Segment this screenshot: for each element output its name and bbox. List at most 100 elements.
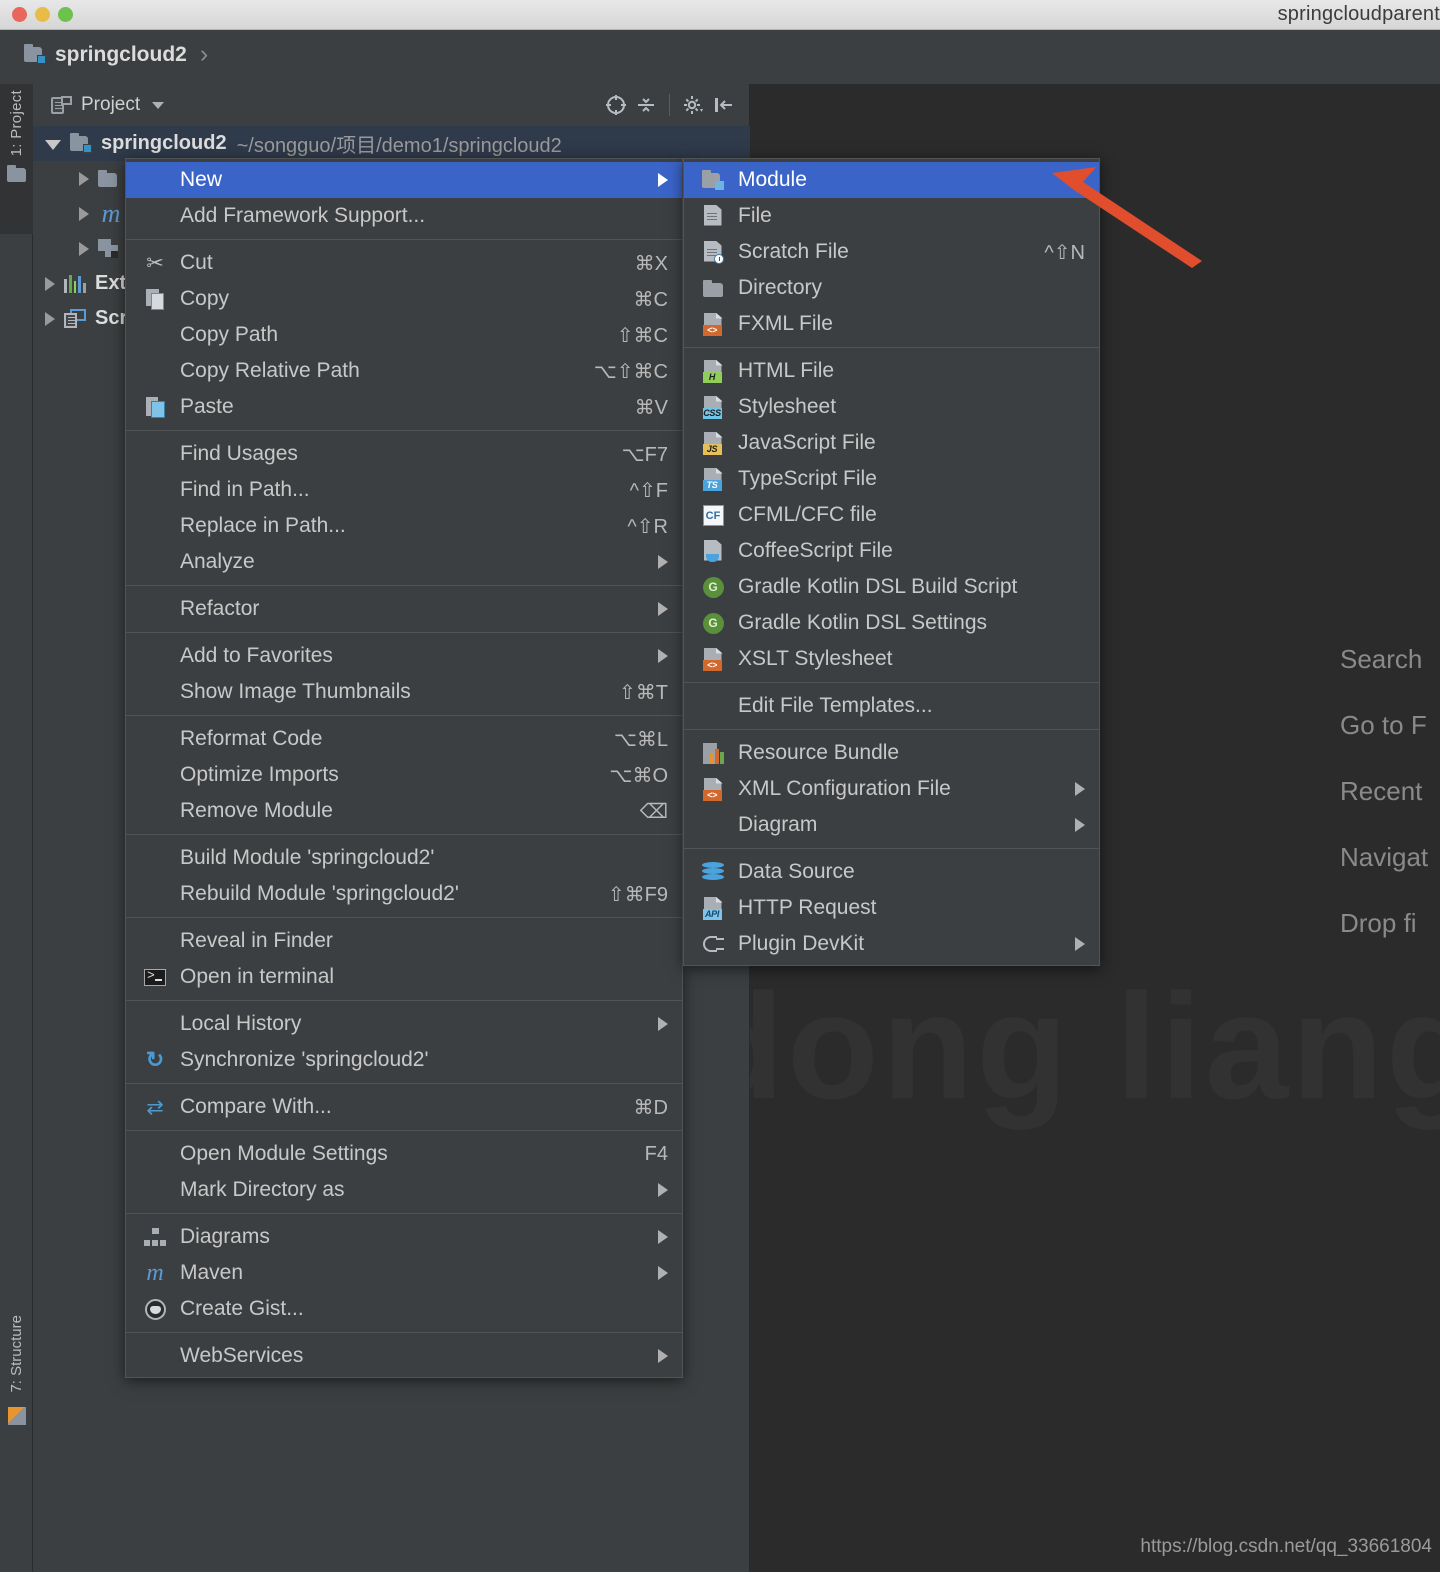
menu-separator [126,715,682,716]
menu-item[interactable]: Scratch File ^⇧N [684,234,1099,270]
toolbar-divider [669,94,670,116]
menu-separator [126,1213,682,1214]
menu-item[interactable]: Edit File Templates... [684,688,1099,724]
menu-item[interactable]: Open Module Settings F4 [126,1136,682,1172]
menu-item[interactable]: Diagrams [126,1219,682,1255]
menu-item[interactable]: Create Gist... [126,1291,682,1327]
submenu-arrow-icon [658,1183,668,1197]
menu-item[interactable]: Optimize Imports ⌥⌘O [126,757,682,793]
menu-item[interactable]: Reveal in Finder [126,923,682,959]
breadcrumb[interactable]: springcloud2 › [24,40,208,69]
menu-item[interactable]: Copy Relative Path ⌥⇧⌘C [126,353,682,389]
new-submenu[interactable]: Module File Scratch File ^⇧N Directory <> FXML… [683,158,1100,966]
submenu-arrow-icon [658,649,668,663]
scratch-file-icon [698,239,728,265]
menu-item[interactable]: Open in terminal [126,959,682,995]
menu-item[interactable]: H HTML File [684,353,1099,389]
icon-placeholder [140,798,170,824]
menu-item[interactable]: Find Usages ⌥F7 [126,436,682,472]
menu-item[interactable]: <> FXML File [684,306,1099,342]
locate-icon[interactable] [601,90,631,120]
submenu-arrow-icon [658,173,668,187]
tree-row[interactable]: springcloud2 ~/songguo/项目/demo1/springclo… [33,126,750,161]
menu-item-label: Directory [738,276,823,299]
menu-item[interactable]: Data Source [684,854,1099,890]
close-window-button[interactable] [12,7,27,22]
menu-item[interactable]: G Gradle Kotlin DSL Build Script [684,569,1099,605]
menu-item[interactable]: Show Image Thumbnails ⇧⌘T [126,674,682,710]
html-file-icon: H [698,358,728,384]
menu-item[interactable]: Build Module 'springcloud2' [126,840,682,876]
menu-item[interactable]: Remove Module ⌫ [126,793,682,829]
menu-item[interactable]: Analyze [126,544,682,580]
menu-separator [126,834,682,835]
menu-item[interactable]: Module [684,162,1099,198]
menu-item[interactable]: API HTTP Request [684,890,1099,926]
menu-item-label: Analyze [180,550,255,573]
menu-item[interactable]: Local History [126,1006,682,1042]
menu-item[interactable]: ⇄ Compare With... ⌘D [126,1089,682,1125]
icon-placeholder [140,928,170,954]
menu-item-label: Resource Bundle [738,741,900,764]
settings-gear-icon[interactable] [678,90,708,120]
menu-item[interactable]: m Maven [126,1255,682,1291]
menu-item-label: Find in Path... [180,478,310,501]
menu-item[interactable]: Rebuild Module 'springcloud2' ⇧⌘F9 [126,876,682,912]
menu-item[interactable]: CSS Stylesheet [684,389,1099,425]
chevron-right-icon[interactable] [79,206,89,221]
menu-item-label: Diagrams [180,1225,270,1248]
menu-item[interactable]: <> XSLT Stylesheet [684,641,1099,677]
menu-item[interactable]: Copy ⌘C [126,281,682,317]
menu-item[interactable]: Copy Path ⇧⌘C [126,317,682,353]
chevron-right-icon[interactable] [45,276,55,291]
icon-placeholder [140,596,170,622]
menu-item[interactable]: CF CFML/CFC file [684,497,1099,533]
menu-item[interactable]: Add Framework Support... [126,198,682,234]
menu-item[interactable]: WebServices [126,1338,682,1374]
menu-item[interactable]: Directory [684,270,1099,306]
menu-item[interactable]: Resource Bundle [684,735,1099,771]
minimize-window-button[interactable] [35,7,50,22]
chevron-down-icon[interactable] [152,101,165,109]
menu-item[interactable]: New [126,162,682,198]
iml-file-icon [98,239,118,258]
menu-item[interactable]: <> XML Configuration File [684,771,1099,807]
icon-placeholder [140,1011,170,1037]
menu-item[interactable]: Paste ⌘V [126,389,682,425]
chevron-right-icon[interactable] [79,241,89,256]
chevron-right-icon[interactable] [45,311,55,326]
breadcrumb-project-label: springcloud2 [55,42,187,66]
menu-item[interactable]: ✂ Cut ⌘X [126,245,682,281]
menu-item-label: Optimize Imports [180,763,339,786]
menu-item[interactable]: Mark Directory as [126,1172,682,1208]
menu-item[interactable]: Diagram [684,807,1099,843]
menu-item[interactable]: Refactor [126,591,682,627]
menu-separator [126,917,682,918]
context-menu[interactable]: New Add Framework Support... ✂ Cut ⌘X Copy ⌘C C… [125,158,683,1378]
maximize-window-button[interactable] [58,7,73,22]
window-controls[interactable] [0,7,73,22]
menu-item-label: Compare With... [180,1095,332,1118]
menu-item[interactable]: CoffeeScript File [684,533,1099,569]
hide-panel-icon[interactable] [708,90,738,120]
submenu-arrow-icon [1075,818,1085,832]
menu-item[interactable]: ↻ Synchronize 'springcloud2' [126,1042,682,1078]
menu-item[interactable]: Add to Favorites [126,638,682,674]
menu-item[interactable]: Reformat Code ⌥⌘L [126,721,682,757]
sidebar-tab-project-label: 1: Project [8,90,25,157]
menu-item[interactable]: File [684,198,1099,234]
collapse-all-icon[interactable] [631,90,661,120]
chevron-down-icon[interactable] [45,140,61,150]
menu-item[interactable]: Find in Path... ^⇧F [126,472,682,508]
chevron-right-icon[interactable] [79,171,89,186]
submenu-arrow-icon [658,555,668,569]
icon-placeholder [140,643,170,669]
menu-item[interactable]: Plugin DevKit [684,926,1099,962]
menu-item[interactable]: G Gradle Kotlin DSL Settings [684,605,1099,641]
menu-item[interactable]: JS JavaScript File [684,425,1099,461]
sidebar-tab-structure[interactable]: 7: Structure [0,1309,33,1484]
menu-item[interactable]: Replace in Path... ^⇧R [126,508,682,544]
menu-item[interactable]: TS TypeScript File [684,461,1099,497]
sidebar-tab-project[interactable]: 1: Project [0,84,33,234]
css-file-icon: CSS [698,394,728,420]
